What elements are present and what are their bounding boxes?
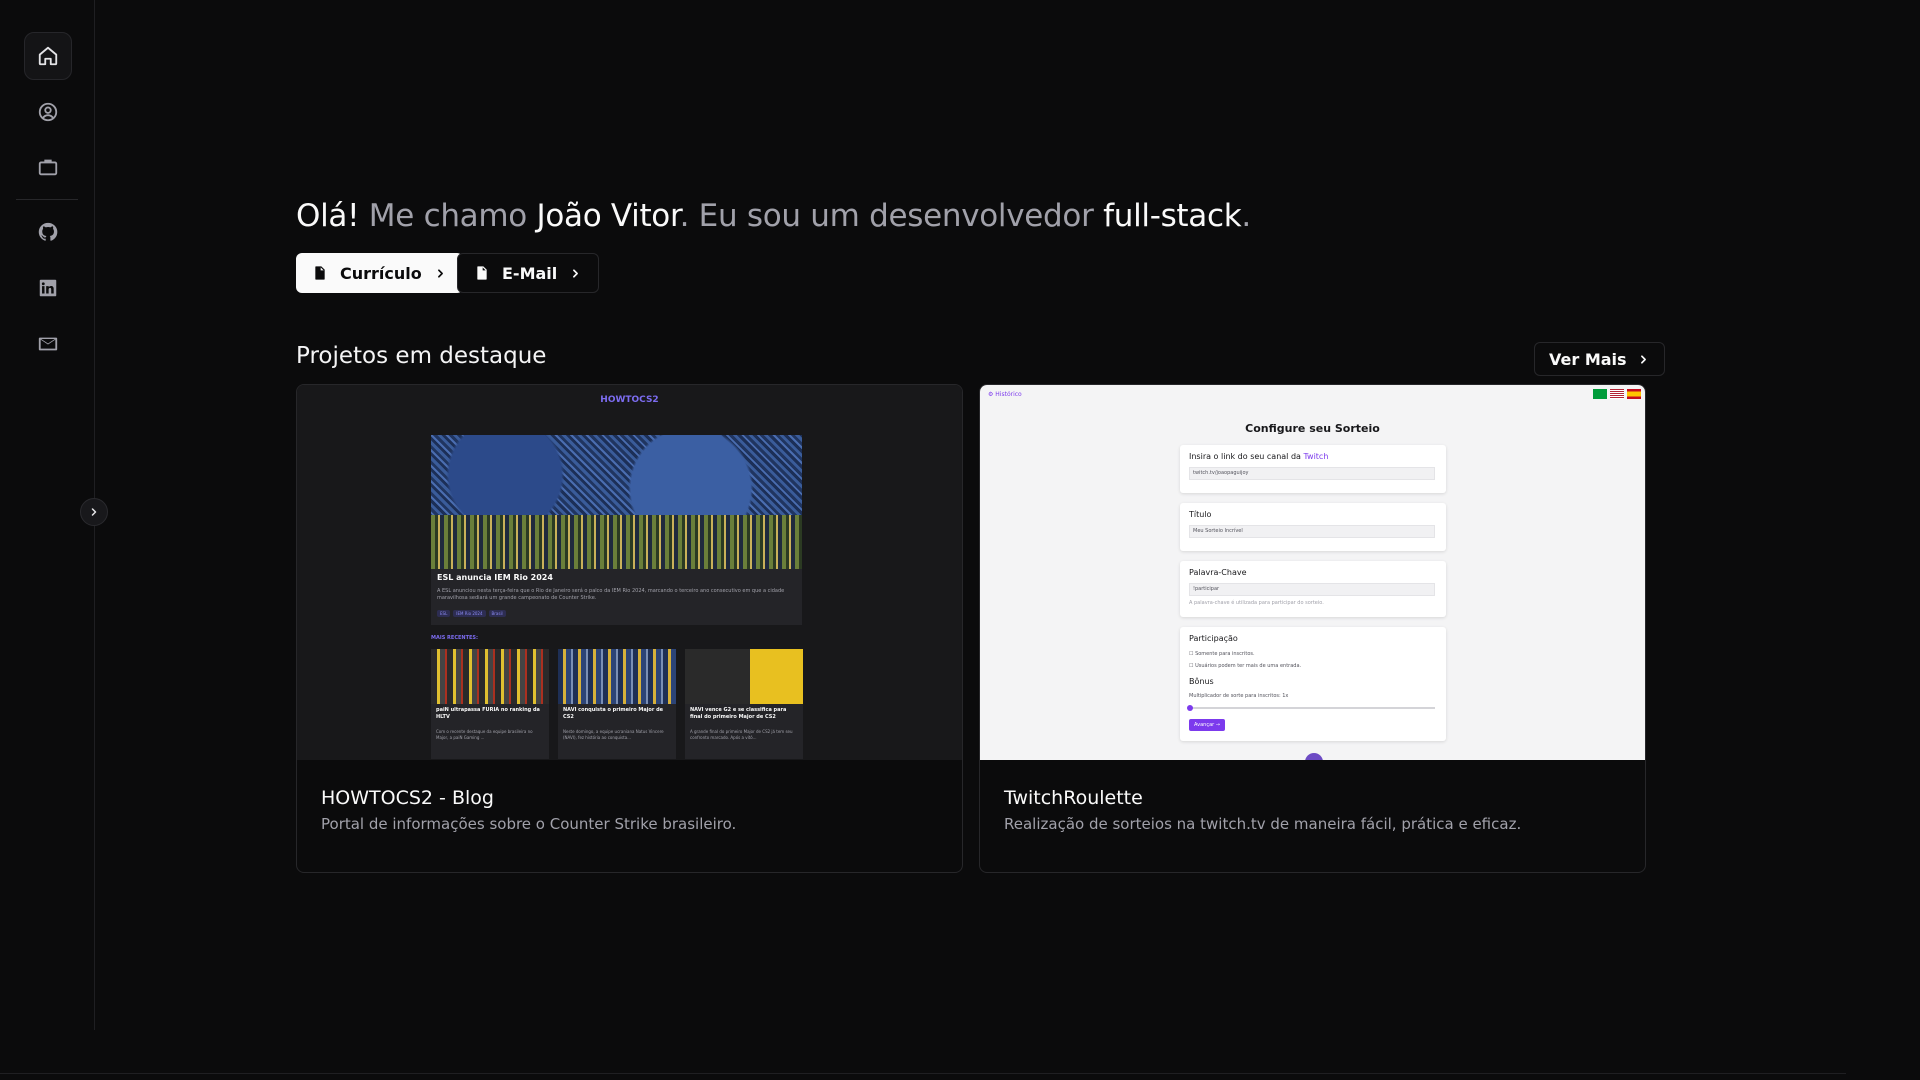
preview-language-flags — [1593, 389, 1641, 399]
resume-label: Currículo — [340, 263, 422, 283]
brazil-flag-icon — [1593, 389, 1607, 399]
preview-next-button: Avançar → — [1189, 719, 1225, 731]
github-icon — [38, 222, 58, 241]
preview-slider-knob — [1187, 705, 1193, 711]
preview-tags: ESL IEM Rio 2024 Brasil — [437, 610, 506, 617]
file-icon — [315, 266, 325, 280]
hero-text-end: . — [1241, 198, 1251, 234]
linkedin-icon — [39, 279, 57, 297]
hero-heading: Olá! Me chamo João Vitor. Eu sou um dese… — [296, 198, 1251, 234]
nav-projects[interactable] — [24, 143, 72, 191]
home-icon — [38, 46, 58, 66]
preview-link-brand: Twitch — [1303, 452, 1329, 461]
preview-recent-title: NAVI vence G2 e se classifica para final… — [690, 707, 787, 720]
preview-section-label: MAIS RECENTES: — [431, 635, 479, 641]
preview-option: ☐ Somente para inscritos. — [1189, 651, 1255, 657]
preview-tag: IEM Rio 2024 — [453, 610, 486, 617]
email-button[interactable]: E-Mail — [457, 253, 600, 293]
project-title: HOWTOCS2 - Blog — [321, 787, 494, 809]
preview-recent-title: NAVI conquista o primeiro Major de CS2 — [563, 707, 664, 720]
nav-github[interactable] — [24, 208, 72, 256]
nav-home[interactable] — [24, 32, 72, 80]
preview-label: Insira o link do seu canal da Twitch — [1189, 452, 1328, 461]
preview-label: Título — [1189, 510, 1212, 519]
preview-recent-image — [685, 649, 803, 704]
sidebar-expand-button[interactable] — [80, 498, 108, 526]
hero-name: João Vitor — [536, 198, 680, 234]
preview-scroll-indicator — [1305, 753, 1323, 760]
project-card-howtocs2[interactable]: HOWTOCS2 ESL anuncia IEM Rio 2024 A ESL … — [296, 384, 963, 873]
preview-slider — [1187, 705, 1435, 711]
spain-flag-icon — [1627, 389, 1641, 399]
hero-greeting: Olá! — [296, 198, 360, 234]
nav-about[interactable] — [24, 88, 72, 136]
preview-option: ☐ Usuários podem ter mais de uma entrada… — [1189, 663, 1302, 669]
preview-logo: ⚙ Histórico — [988, 391, 1022, 398]
preview-option-text: Somente para inscritos. — [1195, 651, 1255, 657]
file-icon — [477, 266, 487, 280]
resume-button[interactable]: Currículo — [296, 253, 463, 293]
footer-divider — [0, 1073, 1846, 1074]
preview-hint: A palavra-chave é utilizada para partici… — [1189, 600, 1324, 606]
projects-title: Projetos em destaque — [296, 343, 547, 369]
preview-option-text: Usuários podem ter mais de uma entrada. — [1195, 663, 1302, 669]
chevron-right-icon — [1640, 354, 1646, 364]
preview-recent-title: paiN ultrapassa FURIA no ranking da HLTV — [436, 707, 540, 720]
project-title: TwitchRoulette — [1004, 787, 1143, 809]
preview-bonus-label: Bônus — [1189, 677, 1214, 686]
preview-heading: Configure seu Sorteio — [1245, 422, 1380, 435]
preview-panel-keyword: Palavra-Chave !participar A palavra-chav… — [1180, 561, 1446, 617]
briefcase-icon — [38, 159, 58, 176]
preview-recent-item: NAVI conquista o primeiro Major de CS2 N… — [558, 649, 676, 759]
chevron-right-icon — [91, 508, 97, 516]
preview-recent-item: paiN ultrapassa FURIA no ranking da HLTV… — [431, 649, 549, 759]
preview-link-label: Insira o link do seu canal da — [1189, 452, 1304, 461]
preview-text: A ESL anunciou nesta terça-feira que o R… — [437, 588, 785, 601]
preview-tag: ESL — [437, 610, 451, 617]
preview-input: twitch.tv/joaopaguijoy — [1189, 467, 1435, 480]
preview-input: Meu Sorteio Incrível — [1189, 525, 1435, 538]
hero-text-2: . Eu sou um desenvolvedor — [679, 198, 1104, 234]
preview-panel-title: Título Meu Sorteio Incrível — [1180, 503, 1446, 551]
preview-recent-text: Com o recente destaque da equipe brasile… — [436, 729, 533, 740]
project-card-twitchroulette[interactable]: ⚙ Histórico Configure seu Sorteio Insira… — [979, 384, 1646, 873]
chevron-right-icon — [437, 268, 443, 278]
preview-tag: Brasil — [488, 610, 506, 617]
project-preview-howtocs2: HOWTOCS2 ESL anuncia IEM Rio 2024 A ESL … — [297, 385, 962, 760]
preview-recent-image — [431, 649, 549, 704]
preview-label: Participação — [1189, 634, 1238, 643]
preview-input: !participar — [1189, 583, 1435, 596]
chevron-right-icon — [573, 268, 579, 278]
project-description: Realização de sorteios na twitch.tv de m… — [1004, 815, 1522, 833]
preview-recent-text: Neste domingo, a equipe ucraniana Natus … — [563, 729, 664, 740]
preview-bonus-text: Multiplicador de sorte para inscritos: 1… — [1189, 693, 1289, 699]
see-more-label: Ver Mais — [1549, 349, 1627, 369]
preview-recent-item: NAVI vence G2 e se classifica para final… — [685, 649, 803, 759]
mail-icon — [38, 337, 58, 351]
nav-email[interactable] — [24, 320, 72, 368]
project-preview-twitchroulette: ⚙ Histórico Configure seu Sorteio Insira… — [980, 385, 1645, 760]
nav-linkedin[interactable] — [24, 264, 72, 312]
email-label: E-Mail — [502, 263, 558, 283]
preview-recent-image — [558, 649, 676, 704]
preview-recent-text: A grande final do primeiro Major de CS2 … — [690, 729, 793, 740]
project-description: Portal de informações sobre o Counter St… — [321, 815, 737, 833]
user-circle-icon — [38, 102, 58, 122]
preview-label: Palavra-Chave — [1189, 568, 1247, 577]
preview-panel-participation: Participação ☐ Somente para inscritos. ☐… — [1180, 627, 1446, 741]
preview-logo: HOWTOCS2 — [600, 395, 659, 405]
preview-headline: ESL anuncia IEM Rio 2024 — [437, 573, 553, 582]
hero-text-1: Me chamo — [359, 198, 537, 234]
preview-hero-image-crowd — [431, 515, 802, 569]
hero-role: full-stack — [1103, 198, 1242, 234]
see-more-button[interactable]: Ver Mais — [1534, 342, 1665, 376]
sidebar-divider — [16, 199, 78, 200]
preview-panel-link: Insira o link do seu canal da Twitch twi… — [1180, 445, 1446, 493]
usa-flag-icon — [1610, 389, 1624, 399]
